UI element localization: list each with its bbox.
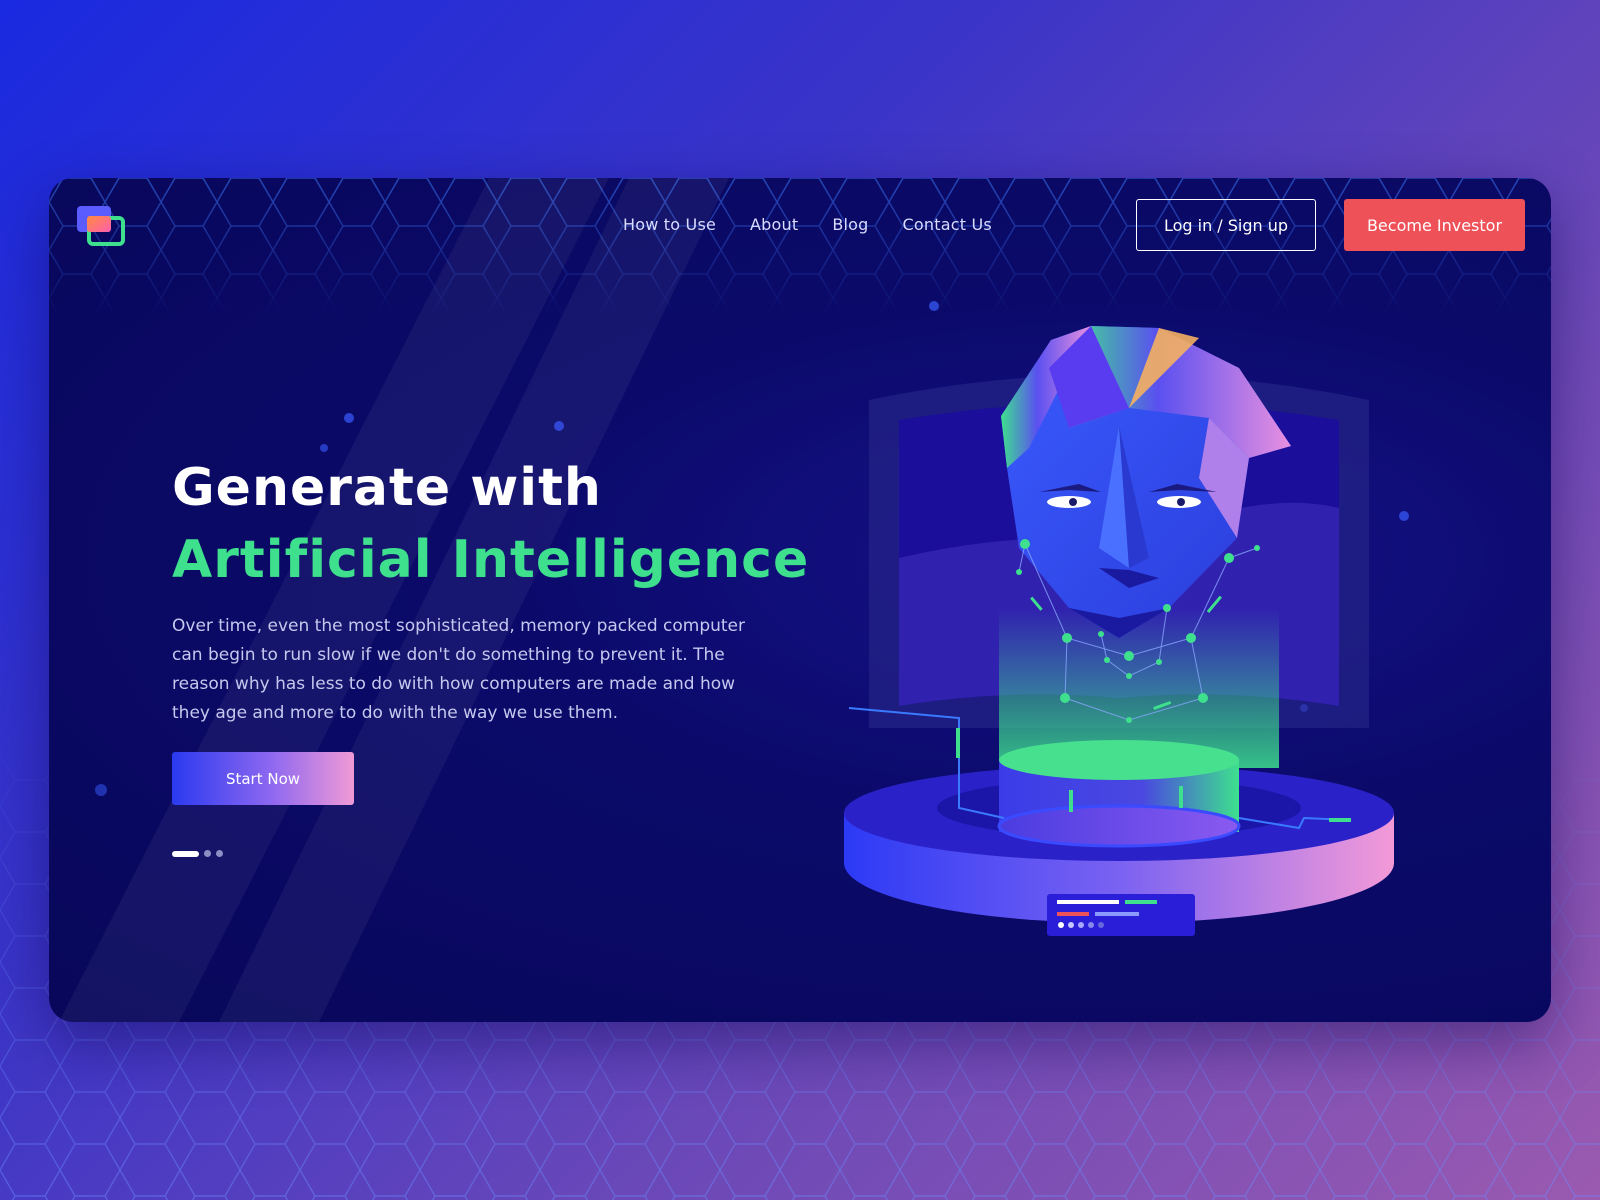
hero-headline-line1: Generate with [172,458,602,518]
nav-link-how-to-use[interactable]: How to Use [623,215,716,234]
main-nav: How to Use About Blog Contact Us [623,215,992,234]
nav-link-contact-us[interactable]: Contact Us [903,215,992,234]
hero-card: How to Use About Blog Contact Us Log in … [49,178,1551,1022]
slider-dot-2[interactable] [204,850,211,857]
become-investor-button[interactable]: Become Investor [1344,199,1525,251]
nav-link-about[interactable]: About [750,215,798,234]
brand-logo-icon[interactable] [75,204,127,248]
slider-dot-3[interactable] [216,850,223,857]
login-signup-button[interactable]: Log in / Sign up [1136,199,1316,251]
ai-head-hologram-illustration [844,326,1394,936]
nav-link-blog[interactable]: Blog [832,215,868,234]
slider-dot-1[interactable] [172,850,199,857]
hero-headline-line2: Artificial Intelligence [172,530,810,590]
slider-dots [172,850,223,857]
hero-description: Over time, even the most sophisticated, … [172,616,746,723]
start-now-button[interactable]: Start Now [172,752,354,805]
